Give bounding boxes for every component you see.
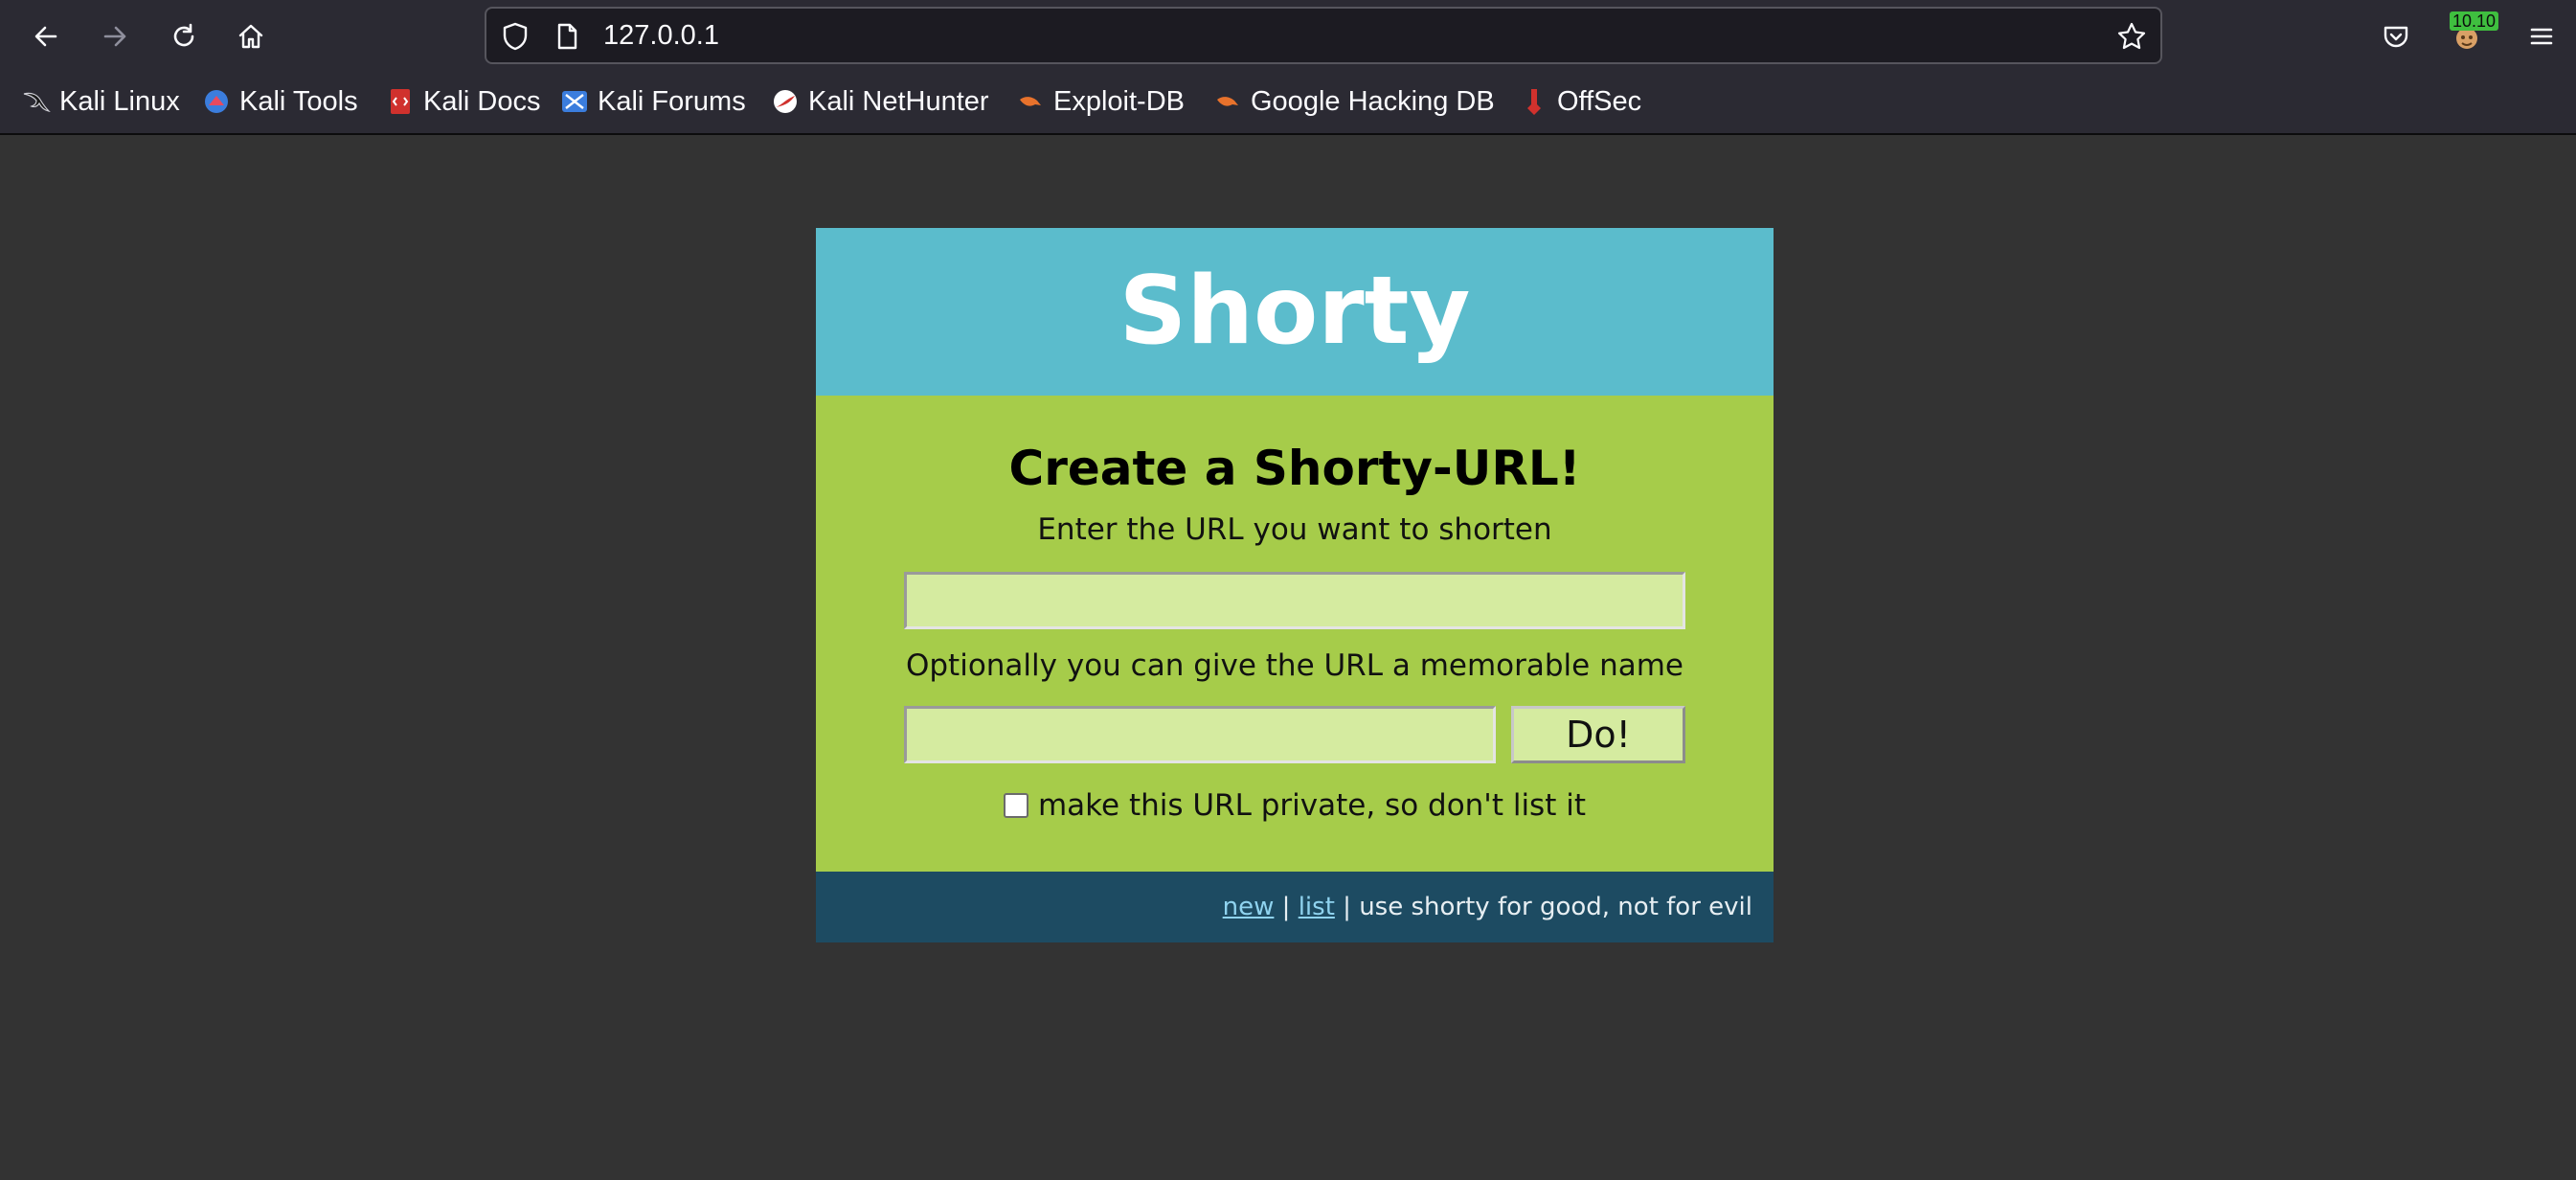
browser-toolbar: 127.0.0.1 10.10 — [0, 0, 2576, 73]
bookmark-label: OffSec — [1557, 85, 1642, 117]
private-option: make this URL private, so don't list it — [816, 786, 1774, 825]
bookmark-label: Kali Forums — [598, 85, 746, 117]
pocket-icon — [2384, 26, 2408, 48]
bookmark-exploit-db[interactable]: Exploit-DB — [1015, 84, 1185, 119]
site-title: Shorty — [1119, 257, 1471, 366]
kali-forums-icon — [562, 91, 587, 112]
bookmark-label: Exploit-DB — [1053, 85, 1185, 117]
footer-separator: | — [1334, 893, 1360, 921]
bookmark-star-icon[interactable] — [2116, 21, 2147, 52]
kali-nethunter-icon — [774, 90, 797, 113]
url-text[interactable]: 127.0.0.1 — [603, 9, 719, 62]
bookmark-google-hacking-db[interactable]: Google Hacking DB — [1212, 84, 1495, 119]
footer-tagline: use shorty for good, not for evil — [1359, 893, 1752, 921]
bookmark-kali-linux[interactable]: Kali Linux — [21, 84, 180, 119]
reload-icon — [173, 23, 194, 47]
bookmark-label: Kali Docs — [423, 85, 541, 117]
tracking-shield-icon[interactable] — [500, 21, 531, 52]
page-info-icon[interactable] — [552, 21, 582, 52]
bookmark-kali-forums[interactable]: Kali Forums — [559, 84, 746, 119]
bookmarks-toolbar: Kali Linux Kali Tools Kali Docs Kali For… — [0, 73, 2576, 135]
address-bar[interactable]: 127.0.0.1 — [485, 7, 2162, 64]
kali-tools-icon — [205, 90, 228, 113]
forward-arrow-icon — [103, 26, 126, 47]
kali-dragon-icon — [23, 92, 51, 112]
offsec-icon — [1527, 89, 1541, 115]
private-checkbox-label[interactable]: make this URL private, so don't list it — [1038, 788, 1586, 823]
form-heading: Create a Shorty-URL! — [1008, 441, 1581, 496]
list-link[interactable]: list — [1299, 893, 1335, 921]
footer-separator: | — [1274, 893, 1299, 921]
pocket-button[interactable] — [2373, 13, 2419, 59]
reload-button[interactable] — [161, 13, 207, 59]
bookmark-offsec[interactable]: OffSec — [1519, 84, 1641, 119]
kali-docs-icon — [391, 89, 410, 114]
url-field-label: Enter the URL you want to shorten — [1037, 512, 1552, 547]
menu-button[interactable] — [2519, 13, 2565, 59]
extension-badge: 10.10 — [2450, 11, 2499, 31]
private-checkbox[interactable] — [1003, 793, 1028, 818]
exploit-db-icon — [1020, 97, 1041, 106]
home-button[interactable] — [228, 13, 274, 59]
new-link[interactable]: new — [1223, 893, 1275, 921]
name-field-label: Optionally you can give the URL a memora… — [905, 648, 1684, 683]
home-icon — [238, 24, 263, 49]
bookmark-label: Kali NetHunter — [808, 85, 989, 117]
submit-button[interactable]: Do! — [1511, 706, 1685, 763]
ghdb-icon — [1217, 97, 1238, 106]
bookmark-kali-nethunter[interactable]: Kali NetHunter — [770, 84, 989, 119]
bookmark-label: Kali Linux — [59, 85, 180, 117]
back-button[interactable] — [23, 13, 69, 59]
bookmark-kali-docs[interactable]: Kali Docs — [385, 84, 541, 119]
shorty-footer: new | list | use shorty for good, not fo… — [816, 872, 1774, 942]
url-input[interactable] — [904, 572, 1685, 629]
forward-button[interactable] — [92, 13, 138, 59]
name-input[interactable] — [904, 706, 1496, 763]
hamburger-menu-icon — [2530, 28, 2553, 45]
shorty-header: Shorty — [816, 228, 1774, 396]
bookmark-label: Kali Tools — [239, 85, 358, 117]
back-arrow-icon — [34, 26, 57, 47]
bookmark-kali-tools[interactable]: Kali Tools — [201, 84, 358, 119]
shorten-form: Create a Shorty-URL! Enter the URL you w… — [816, 396, 1774, 872]
shorty-app: Shorty Create a Shorty-URL! Enter the UR… — [816, 228, 1774, 942]
bookmark-label: Google Hacking DB — [1251, 85, 1495, 117]
